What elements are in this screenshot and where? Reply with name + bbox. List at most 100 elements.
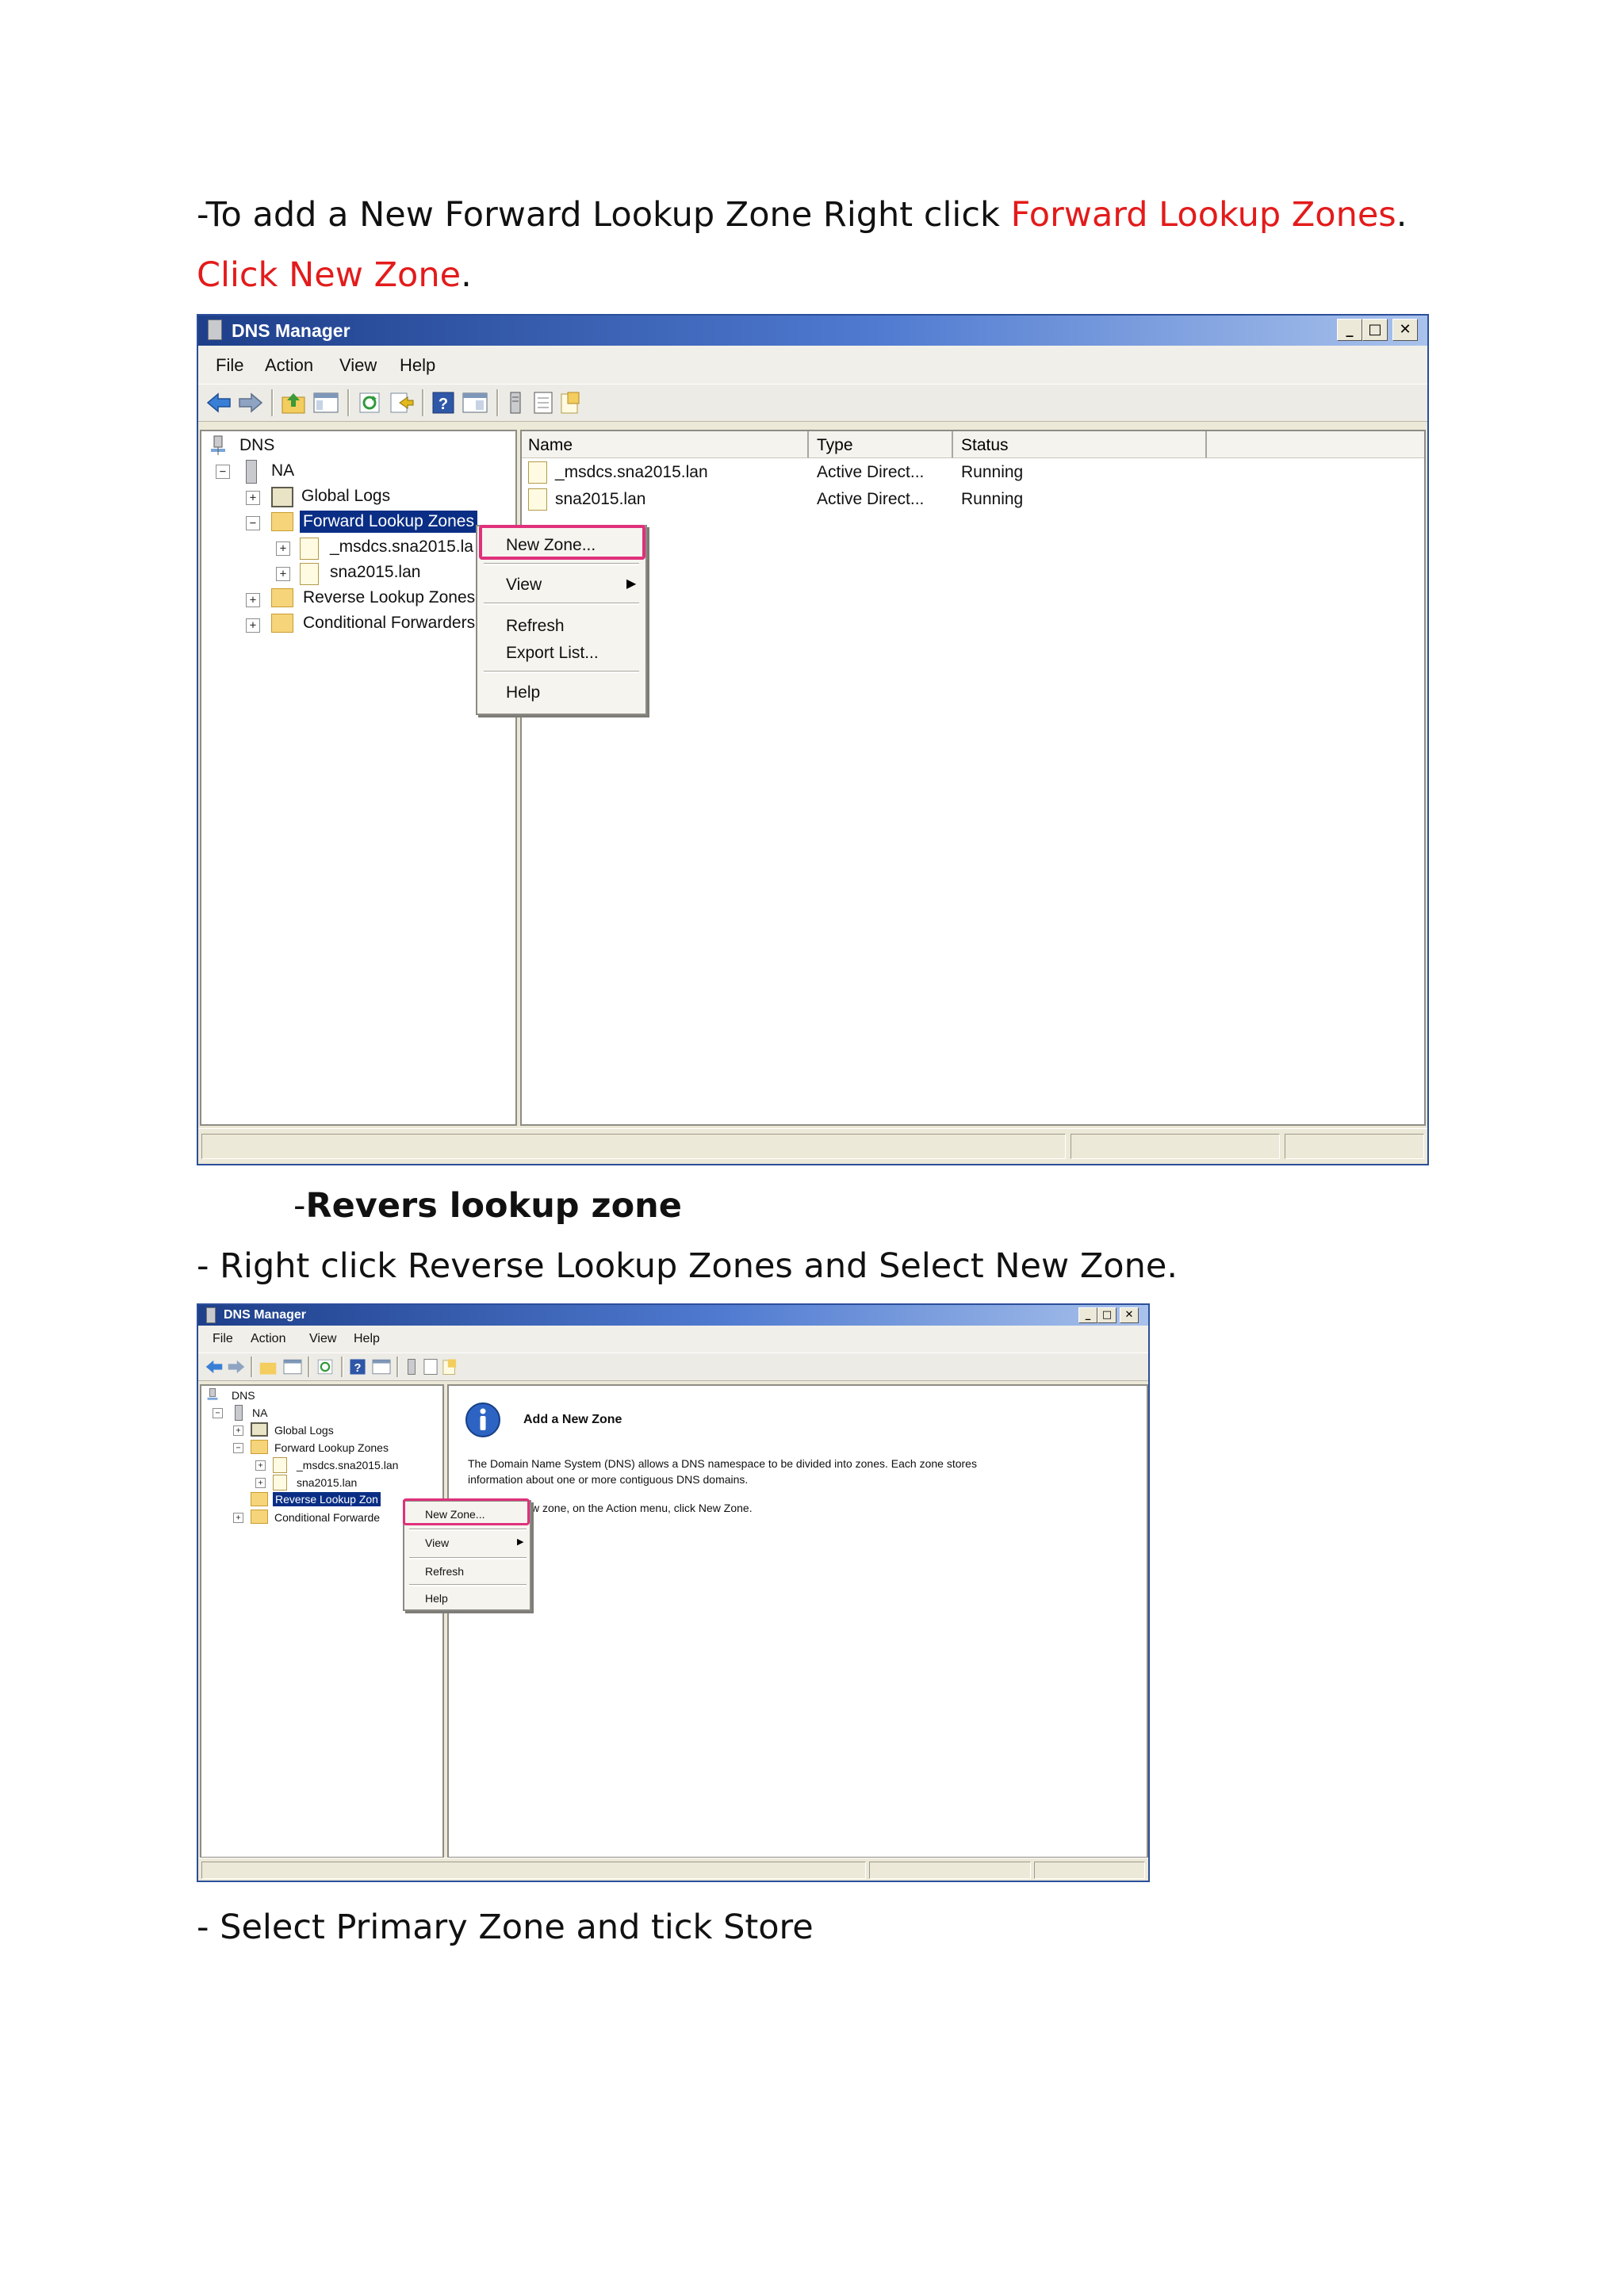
zone-file-icon <box>273 1475 287 1490</box>
window-title: DNS Manager <box>232 320 350 341</box>
show-tree-icon[interactable] <box>282 1358 303 1376</box>
tree-zone-sna2015[interactable]: sna2015.lan <box>297 1476 357 1489</box>
up-folder-icon[interactable] <box>259 1358 278 1376</box>
menu-action[interactable]: Action <box>265 355 313 376</box>
maximize-button[interactable]: □ <box>1362 319 1388 341</box>
column-header-name[interactable]: Name <box>522 431 809 458</box>
zone-file-icon <box>528 488 547 511</box>
refresh-icon[interactable] <box>357 391 382 415</box>
forward-arrow-icon[interactable] <box>227 1358 246 1376</box>
toolbar: ? <box>198 384 1427 422</box>
tree-reverse-lookup-zones[interactable]: Reverse Lookup Zones <box>303 588 475 607</box>
menu-file[interactable]: File <box>216 355 243 376</box>
tree-zone-msdcs[interactable]: _msdcs.sna2015.la <box>330 538 473 557</box>
menu-help[interactable]: Help <box>354 1332 380 1346</box>
context-help[interactable]: Help <box>506 683 540 702</box>
dns-root-icon <box>207 1388 218 1400</box>
context-refresh[interactable]: Refresh <box>506 617 565 636</box>
menu-action[interactable]: Action <box>251 1332 285 1346</box>
expand-icon[interactable]: + <box>246 618 260 633</box>
list-icon[interactable] <box>422 1358 439 1376</box>
up-folder-icon[interactable] <box>281 391 306 415</box>
back-arrow-icon[interactable] <box>205 1358 224 1376</box>
dns-manager-window: DNS Manager _ □ ✕ File Action View Help … <box>197 314 1429 1165</box>
list-icon[interactable] <box>531 391 555 415</box>
tree-forward-lookup-zones[interactable]: Forward Lookup Zones <box>274 1441 389 1454</box>
row-name: sna2015.lan <box>555 490 646 508</box>
maximize-button[interactable]: □ <box>1097 1307 1116 1323</box>
expand-icon[interactable]: + <box>246 593 260 607</box>
back-arrow-icon[interactable] <box>206 391 232 415</box>
instruction-forward-zone: -To add a New Forward Lookup Zone Right … <box>197 195 1407 235</box>
tree-server-na[interactable]: NA <box>271 461 294 480</box>
server-icon <box>235 1405 243 1421</box>
refresh-icon[interactable] <box>316 1358 335 1376</box>
expand-icon[interactable]: + <box>233 1425 243 1436</box>
column-header-type[interactable]: Type <box>809 431 953 458</box>
zone-file-icon[interactable] <box>558 391 582 415</box>
column-header-empty <box>1207 431 1424 458</box>
menu-view[interactable]: View <box>339 355 377 376</box>
tree-server-na[interactable]: NA <box>252 1406 267 1419</box>
minimize-button[interactable]: _ <box>1337 319 1362 341</box>
instruction-period: . <box>1396 195 1408 235</box>
tree-zone-msdcs[interactable]: _msdcs.sna2015.lan <box>297 1459 398 1471</box>
show-tree-icon[interactable] <box>312 391 339 415</box>
tree-root-dns[interactable]: DNS <box>232 1389 255 1402</box>
toolbar-separator <box>396 1357 399 1377</box>
svg-text:?: ? <box>439 396 448 413</box>
expand-icon[interactable]: + <box>246 491 260 505</box>
server-icon[interactable] <box>506 391 525 415</box>
export-icon[interactable] <box>389 391 414 415</box>
zone-file-icon[interactable] <box>441 1358 458 1376</box>
minimize-button[interactable]: _ <box>1078 1307 1097 1323</box>
menu-file[interactable]: File <box>213 1332 233 1346</box>
highlight-forward-lookup-zones: Forward Lookup Zones <box>1010 195 1396 235</box>
tree-forward-lookup-zones[interactable]: Forward Lookup Zones <box>300 511 477 533</box>
properties-icon[interactable] <box>462 391 488 415</box>
collapse-icon[interactable]: − <box>216 465 230 479</box>
tree-global-logs[interactable]: Global Logs <box>274 1424 334 1437</box>
toolbar-separator <box>271 389 274 416</box>
expand-icon[interactable]: + <box>276 541 290 556</box>
tree-zone-sna2015[interactable]: sna2015.lan <box>330 563 420 582</box>
help-icon[interactable]: ? <box>349 1358 366 1376</box>
tree-reverse-lookup-zones[interactable]: Reverse Lookup Zon <box>273 1492 381 1506</box>
expand-icon[interactable]: + <box>255 1460 266 1471</box>
expand-icon[interactable]: + <box>233 1513 243 1523</box>
menu-view[interactable]: View <box>309 1332 336 1346</box>
status-cell <box>1071 1134 1280 1159</box>
server-icon <box>246 460 257 484</box>
context-view[interactable]: View <box>506 576 542 595</box>
menu-help[interactable]: Help <box>400 355 435 376</box>
title-bar: DNS Manager _ □ ✕ <box>198 1305 1148 1326</box>
dns-app-icon <box>206 1307 216 1323</box>
close-button[interactable]: ✕ <box>1392 319 1418 341</box>
tree-root-dns[interactable]: DNS <box>239 436 274 455</box>
menu-separator <box>409 1584 527 1586</box>
tree-conditional-forwarders[interactable]: Conditional Forwarders <box>303 614 475 633</box>
collapse-icon[interactable]: − <box>233 1443 243 1453</box>
properties-icon[interactable] <box>371 1358 392 1376</box>
close-button[interactable]: ✕ <box>1120 1307 1139 1323</box>
context-view[interactable]: View <box>425 1536 449 1549</box>
reverse-lookup-heading: -Revers lookup zone <box>293 1186 682 1226</box>
context-help[interactable]: Help <box>425 1592 448 1605</box>
help-icon[interactable]: ? <box>431 391 455 415</box>
dns-manager-window-2: DNS Manager _ □ ✕ File Action View Help … <box>197 1303 1150 1882</box>
tree-pane: DNS − NA + Global Logs − Forward Lookup … <box>200 1384 444 1858</box>
status-bar <box>198 1128 1427 1164</box>
context-refresh[interactable]: Refresh <box>425 1565 464 1578</box>
zone-file-icon <box>300 538 319 560</box>
collapse-icon[interactable]: − <box>246 516 260 530</box>
tree-global-logs[interactable]: Global Logs <box>301 487 390 506</box>
context-export-list[interactable]: Export List... <box>506 644 599 663</box>
tree-conditional-forwarders[interactable]: Conditional Forwarde <box>274 1511 380 1524</box>
forward-arrow-icon[interactable] <box>238 391 263 415</box>
expand-icon[interactable]: + <box>255 1478 266 1488</box>
column-header-status[interactable]: Status <box>953 431 1207 458</box>
zone-file-icon <box>528 461 547 484</box>
server-icon[interactable] <box>404 1358 419 1376</box>
collapse-icon[interactable]: − <box>213 1408 223 1418</box>
expand-icon[interactable]: + <box>276 567 290 581</box>
